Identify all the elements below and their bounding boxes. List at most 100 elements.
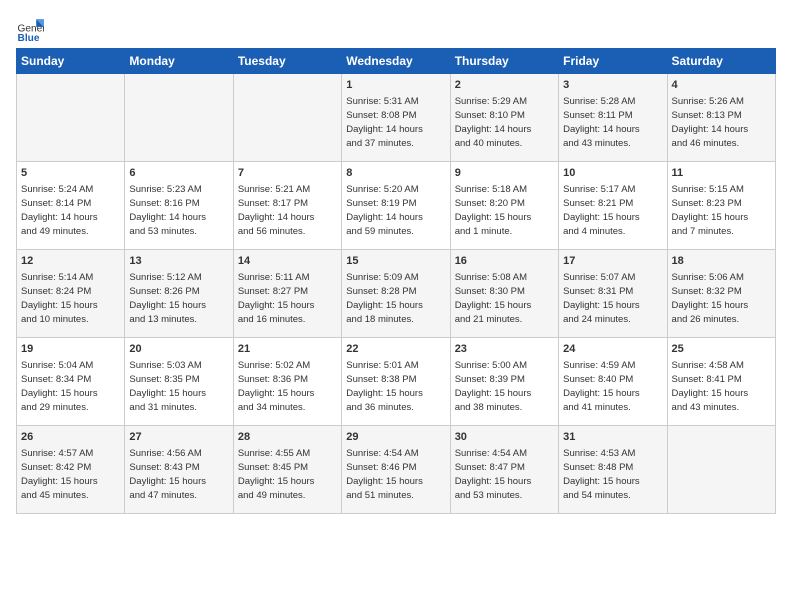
day-info: Sunrise: 5:09 AM Sunset: 8:28 PM Dayligh…: [346, 271, 445, 326]
calendar-table: SundayMondayTuesdayWednesdayThursdayFrid…: [16, 48, 776, 514]
calendar-cell: 8 Sunrise: 5:20 AM Sunset: 8:19 PM Daylig…: [342, 162, 450, 250]
day-number: 15: [346, 254, 445, 269]
day-info: Sunrise: 5:20 AM Sunset: 8:19 PM Dayligh…: [346, 183, 445, 238]
day-number: 26: [21, 430, 120, 445]
day-number: 31: [563, 430, 662, 445]
calendar-cell: 21 Sunrise: 5:02 AM Sunset: 8:36 PM Dayli…: [233, 338, 341, 426]
day-number: 10: [563, 166, 662, 181]
day-number: 13: [129, 254, 228, 269]
day-header-tuesday: Tuesday: [233, 49, 341, 74]
calendar-cell: [125, 74, 233, 162]
week-row-1: 1 Sunrise: 5:31 AM Sunset: 8:08 PM Daylig…: [17, 74, 776, 162]
calendar-cell: [17, 74, 125, 162]
day-number: 23: [455, 342, 554, 357]
calendar-cell: 5 Sunrise: 5:24 AM Sunset: 8:14 PM Daylig…: [17, 162, 125, 250]
week-row-3: 12Sunrise: 5:14 AM Sunset: 8:24 PM Dayli…: [17, 250, 776, 338]
day-number: 12: [21, 254, 120, 269]
day-number: 3: [563, 78, 662, 93]
day-number: 28: [238, 430, 337, 445]
day-info: Sunrise: 5:31 AM Sunset: 8:08 PM Dayligh…: [346, 95, 445, 150]
calendar-cell: 14 Sunrise: 5:11 AM Sunset: 8:27 PM Dayli…: [233, 250, 341, 338]
day-number: 27: [129, 430, 228, 445]
day-number: 9: [455, 166, 554, 181]
calendar-cell: 22 Sunrise: 5:01 AM Sunset: 8:38 PM Dayli…: [342, 338, 450, 426]
day-info: Sunrise: 5:07 AM Sunset: 8:31 PM Dayligh…: [563, 271, 662, 326]
day-number: 18: [672, 254, 771, 269]
calendar-cell: 2 Sunrise: 5:29 AM Sunset: 8:10 PM Daylig…: [450, 74, 558, 162]
day-info: Sunrise: 5:11 AM Sunset: 8:27 PM Dayligh…: [238, 271, 337, 326]
calendar-cell: 15 Sunrise: 5:09 AM Sunset: 8:28 PM Dayli…: [342, 250, 450, 338]
day-info: Sunrise: 4:58 AM Sunset: 8:41 PM Dayligh…: [672, 359, 771, 414]
calendar-cell: 7 Sunrise: 5:21 AM Sunset: 8:17 PM Daylig…: [233, 162, 341, 250]
day-info: Sunrise: 5:21 AM Sunset: 8:17 PM Dayligh…: [238, 183, 337, 238]
day-info: Sunrise: 5:01 AM Sunset: 8:38 PM Dayligh…: [346, 359, 445, 414]
day-number: 29: [346, 430, 445, 445]
calendar-cell: 10Sunrise: 5:17 AM Sunset: 8:21 PM Dayli…: [559, 162, 667, 250]
day-info: Sunrise: 4:53 AM Sunset: 8:48 PM Dayligh…: [563, 447, 662, 502]
day-number: 30: [455, 430, 554, 445]
calendar-cell: 19 Sunrise: 5:04 AM Sunset: 8:34 PM Dayli…: [17, 338, 125, 426]
page-container: General Blue SundayMondayTuesdayWednesda…: [0, 0, 792, 522]
day-info: Sunrise: 5:28 AM Sunset: 8:11 PM Dayligh…: [563, 95, 662, 150]
day-info: Sunrise: 4:55 AM Sunset: 8:45 PM Dayligh…: [238, 447, 337, 502]
day-number: 2: [455, 78, 554, 93]
week-row-4: 19 Sunrise: 5:04 AM Sunset: 8:34 PM Dayli…: [17, 338, 776, 426]
calendar-cell: 24 Sunrise: 4:59 AM Sunset: 8:40 PM Dayli…: [559, 338, 667, 426]
day-info: Sunrise: 5:06 AM Sunset: 8:32 PM Dayligh…: [672, 271, 771, 326]
logo-icon: General Blue: [16, 16, 44, 44]
calendar-cell: 13Sunrise: 5:12 AM Sunset: 8:26 PM Dayli…: [125, 250, 233, 338]
day-info: Sunrise: 4:54 AM Sunset: 8:47 PM Dayligh…: [455, 447, 554, 502]
day-number: 7: [238, 166, 337, 181]
day-header-wednesday: Wednesday: [342, 49, 450, 74]
calendar-cell: 28 Sunrise: 4:55 AM Sunset: 8:45 PM Dayli…: [233, 426, 341, 514]
day-info: Sunrise: 4:59 AM Sunset: 8:40 PM Dayligh…: [563, 359, 662, 414]
day-info: Sunrise: 4:57 AM Sunset: 8:42 PM Dayligh…: [21, 447, 120, 502]
calendar-cell: 16 Sunrise: 5:08 AM Sunset: 8:30 PM Dayli…: [450, 250, 558, 338]
day-info: Sunrise: 5:26 AM Sunset: 8:13 PM Dayligh…: [672, 95, 771, 150]
day-info: Sunrise: 5:29 AM Sunset: 8:10 PM Dayligh…: [455, 95, 554, 150]
day-number: 4: [672, 78, 771, 93]
calendar-cell: [233, 74, 341, 162]
calendar-cell: 17 Sunrise: 5:07 AM Sunset: 8:31 PM Dayli…: [559, 250, 667, 338]
day-number: 21: [238, 342, 337, 357]
week-row-5: 26 Sunrise: 4:57 AM Sunset: 8:42 PM Dayli…: [17, 426, 776, 514]
day-info: Sunrise: 5:00 AM Sunset: 8:39 PM Dayligh…: [455, 359, 554, 414]
day-number: 19: [21, 342, 120, 357]
calendar-cell: [667, 426, 775, 514]
day-number: 24: [563, 342, 662, 357]
day-number: 5: [21, 166, 120, 181]
day-number: 8: [346, 166, 445, 181]
day-info: Sunrise: 5:24 AM Sunset: 8:14 PM Dayligh…: [21, 183, 120, 238]
day-info: Sunrise: 5:23 AM Sunset: 8:16 PM Dayligh…: [129, 183, 228, 238]
day-number: 17: [563, 254, 662, 269]
calendar-cell: 26 Sunrise: 4:57 AM Sunset: 8:42 PM Dayli…: [17, 426, 125, 514]
day-info: Sunrise: 5:04 AM Sunset: 8:34 PM Dayligh…: [21, 359, 120, 414]
day-info: Sunrise: 5:02 AM Sunset: 8:36 PM Dayligh…: [238, 359, 337, 414]
calendar-cell: 18 Sunrise: 5:06 AM Sunset: 8:32 PM Dayli…: [667, 250, 775, 338]
calendar-cell: 12Sunrise: 5:14 AM Sunset: 8:24 PM Dayli…: [17, 250, 125, 338]
day-number: 14: [238, 254, 337, 269]
calendar-cell: 31 Sunrise: 4:53 AM Sunset: 8:48 PM Dayli…: [559, 426, 667, 514]
day-number: 20: [129, 342, 228, 357]
calendar-cell: 3 Sunrise: 5:28 AM Sunset: 8:11 PM Daylig…: [559, 74, 667, 162]
logo: General Blue: [16, 16, 44, 44]
day-number: 25: [672, 342, 771, 357]
svg-text:Blue: Blue: [18, 33, 40, 44]
calendar-cell: 25 Sunrise: 4:58 AM Sunset: 8:41 PM Dayli…: [667, 338, 775, 426]
day-header-thursday: Thursday: [450, 49, 558, 74]
day-header-monday: Monday: [125, 49, 233, 74]
calendar-cell: 23 Sunrise: 5:00 AM Sunset: 8:39 PM Dayli…: [450, 338, 558, 426]
week-row-2: 5 Sunrise: 5:24 AM Sunset: 8:14 PM Daylig…: [17, 162, 776, 250]
calendar-cell: 9Sunrise: 5:18 AM Sunset: 8:20 PM Daylig…: [450, 162, 558, 250]
header-row: SundayMondayTuesdayWednesdayThursdayFrid…: [17, 49, 776, 74]
day-number: 11: [672, 166, 771, 181]
calendar-cell: 20Sunrise: 5:03 AM Sunset: 8:35 PM Dayli…: [125, 338, 233, 426]
day-number: 16: [455, 254, 554, 269]
day-header-sunday: Sunday: [17, 49, 125, 74]
calendar-cell: 29Sunrise: 4:54 AM Sunset: 8:46 PM Dayli…: [342, 426, 450, 514]
day-header-friday: Friday: [559, 49, 667, 74]
day-number: 1: [346, 78, 445, 93]
header: General Blue: [16, 16, 776, 44]
day-info: Sunrise: 5:08 AM Sunset: 8:30 PM Dayligh…: [455, 271, 554, 326]
day-number: 22: [346, 342, 445, 357]
